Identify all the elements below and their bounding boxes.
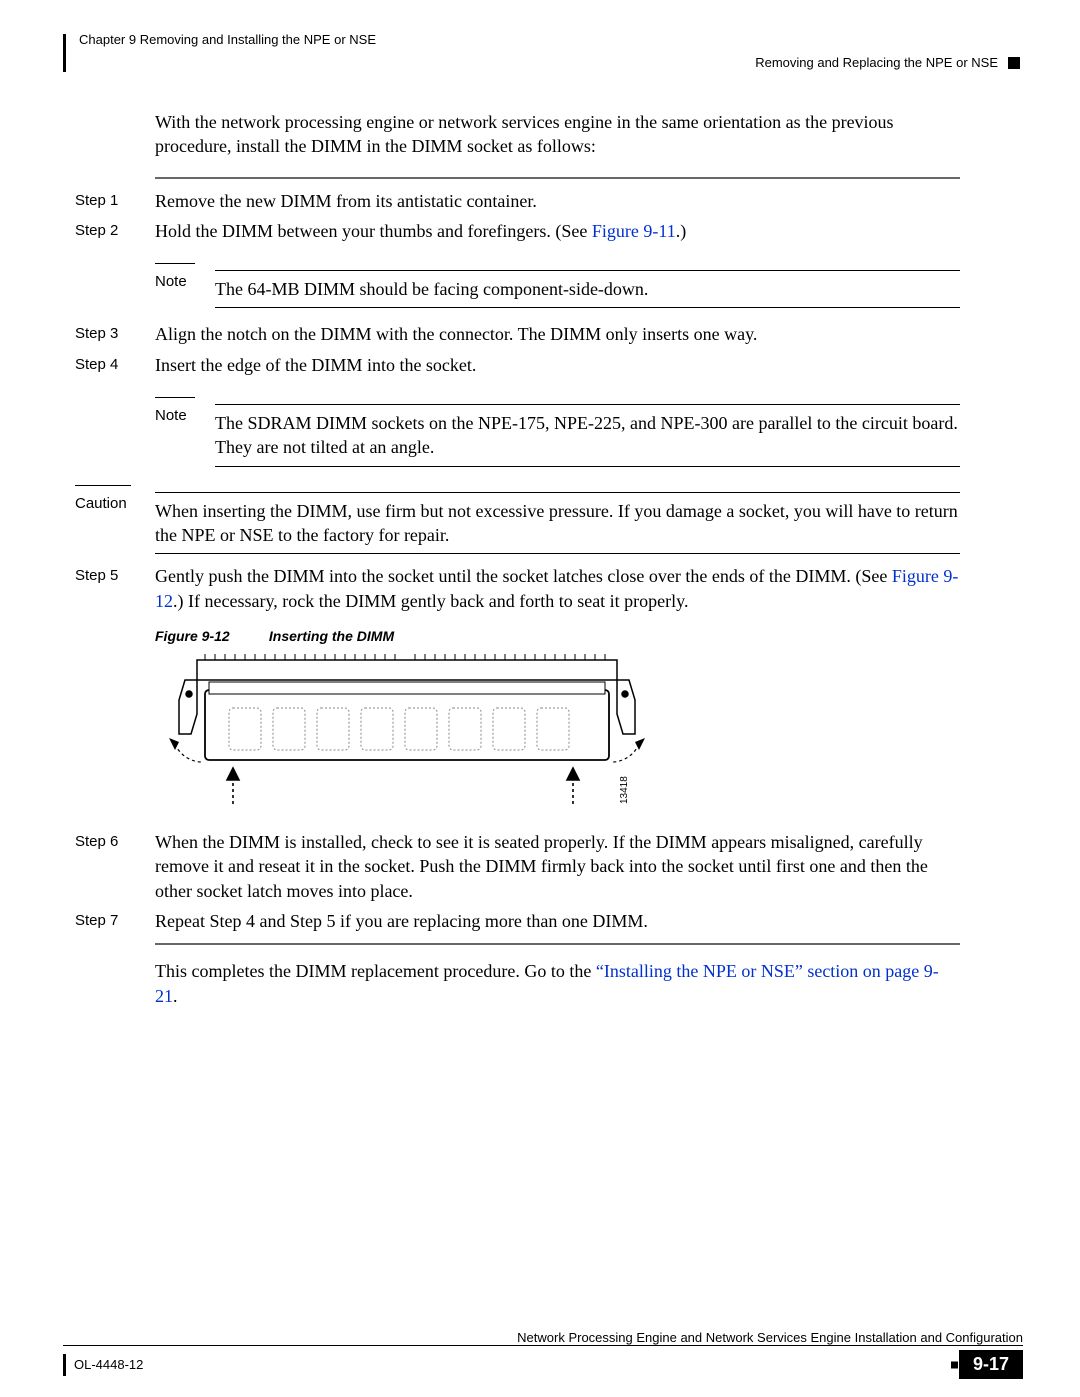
running-header-right: Removing and Replacing the NPE or NSE (755, 55, 1020, 70)
note-2: Note The SDRAM DIMM sockets on the NPE-1… (155, 397, 960, 467)
page-number: 9-17 (959, 1350, 1023, 1379)
steps-top-rule (155, 177, 960, 179)
figure-caption: Figure 9-12 Inserting the DIMM (155, 627, 960, 646)
step-text: Insert the edge of the DIMM into the soc… (155, 353, 960, 377)
figure-9-11-link[interactable]: Figure 9-11 (592, 221, 676, 241)
note-1: Note The 64-MB DIMM should be facing com… (155, 263, 960, 308)
step-text-before: Gently push the DIMM into the socket unt… (155, 566, 892, 586)
step-text: Remove the new DIMM from its antistatic … (155, 189, 960, 213)
note-label: Note (155, 404, 215, 467)
step-6: Step 6 When the DIMM is installed, check… (75, 830, 960, 903)
step-label: Step 3 (75, 322, 155, 346)
header-end-square-icon (1008, 57, 1020, 69)
step-7: Step 7 Repeat Step 4 and Step 5 if you a… (75, 909, 960, 933)
footer-doc-number: OL-4448-12 (74, 1357, 143, 1372)
closing-before: This completes the DIMM replacement proc… (155, 961, 596, 981)
step-text: Align the notch on the DIMM with the con… (155, 322, 960, 346)
note-text: The 64-MB DIMM should be facing componen… (215, 270, 960, 308)
intro-paragraph: With the network processing engine or ne… (155, 110, 960, 159)
step-text-after: .) (676, 221, 687, 241)
footer-doc-title: Network Processing Engine and Network Se… (63, 1330, 1023, 1345)
step-label: Step 4 (75, 353, 155, 377)
step-text: Gently push the DIMM into the socket unt… (155, 564, 960, 613)
step-2: Step 2 Hold the DIMM between your thumbs… (75, 219, 960, 243)
note-label: Note (155, 270, 215, 308)
step-1: Step 1 Remove the new DIMM from its anti… (75, 189, 960, 213)
step-label: Step 7 (75, 909, 155, 933)
steps-bottom-rule (155, 943, 960, 945)
footer-left-rule (63, 1354, 66, 1376)
step-text: Repeat Step 4 and Step 5 if you are repl… (155, 909, 960, 933)
section-title: Removing and Replacing the NPE or NSE (755, 55, 998, 70)
closing-after: . (173, 986, 178, 1006)
step-label: Step 2 (75, 219, 155, 243)
step-label: Step 1 (75, 189, 155, 213)
note-text: The SDRAM DIMM sockets on the NPE-175, N… (215, 404, 960, 467)
caution-label: Caution (75, 492, 155, 555)
left-margin-rule (63, 34, 66, 72)
step-label: Step 5 (75, 564, 155, 613)
step-text: Hold the DIMM between your thumbs and fo… (155, 219, 960, 243)
step-text-after: .) If necessary, rock the DIMM gently ba… (173, 591, 689, 611)
step-3: Step 3 Align the notch on the DIMM with … (75, 322, 960, 346)
page-footer: Network Processing Engine and Network Se… (63, 1330, 1023, 1379)
step-5: Step 5 Gently push the DIMM into the soc… (75, 564, 960, 613)
figure-title: Inserting the DIMM (269, 628, 394, 644)
caution-text: When inserting the DIMM, use firm but no… (155, 492, 960, 555)
closing-paragraph: This completes the DIMM replacement proc… (155, 959, 960, 1008)
caution: Caution When inserting the DIMM, use fir… (75, 485, 960, 555)
figure-number: Figure 9-12 (155, 627, 265, 646)
step-text-before: Hold the DIMM between your thumbs and fo… (155, 221, 592, 241)
step-label: Step 6 (75, 830, 155, 903)
step-text: When the DIMM is installed, check to see… (155, 830, 960, 903)
figure-9-12-image: 13418 (155, 654, 960, 820)
step-4: Step 4 Insert the edge of the DIMM into … (75, 353, 960, 377)
page-body: With the network processing engine or ne… (75, 110, 960, 1008)
running-header-left: Chapter 9 Removing and Installing the NP… (79, 32, 376, 47)
figure-drawing-id: 13418 (619, 776, 630, 804)
